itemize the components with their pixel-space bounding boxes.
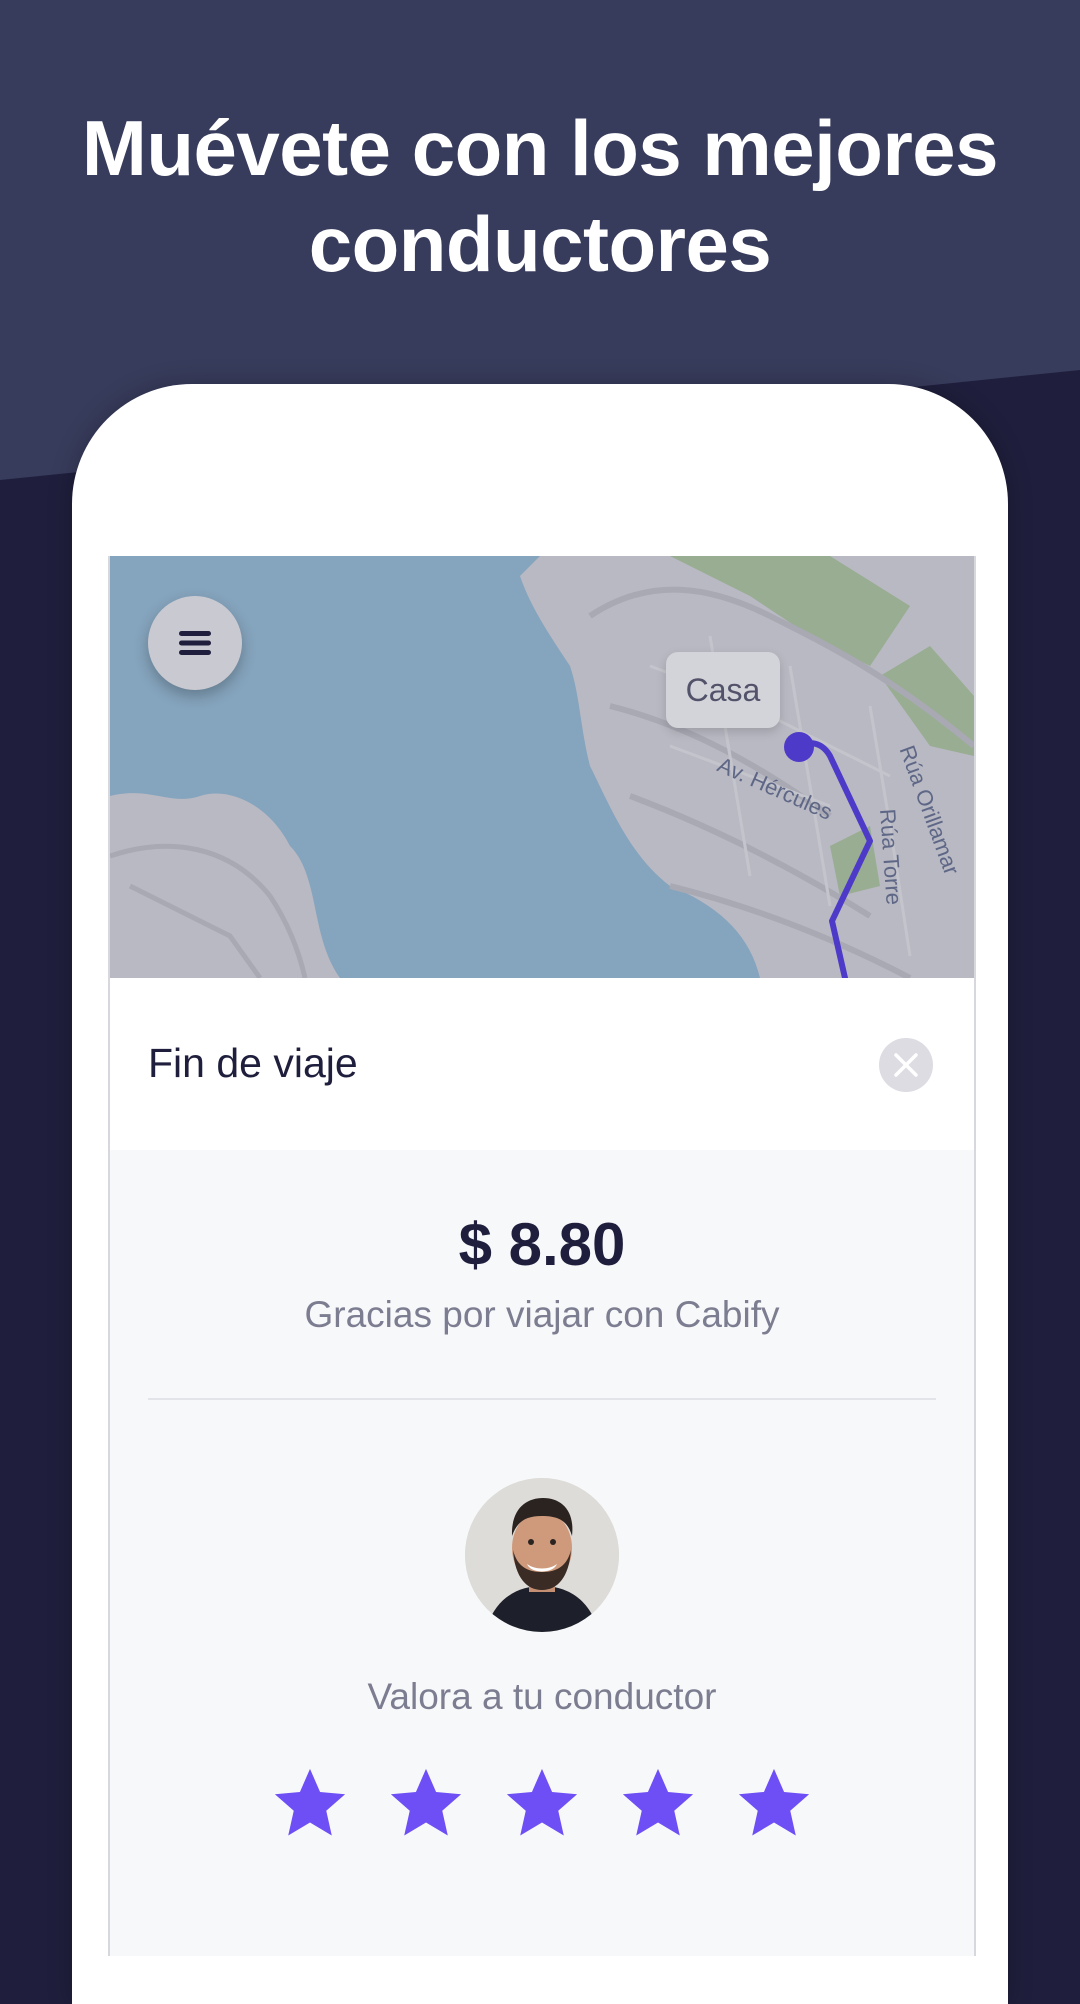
page-headline: Muévete con los mejores conductores	[81, 104, 999, 288]
divider	[148, 1398, 936, 1400]
star-icon[interactable]	[387, 1764, 465, 1842]
star-icon[interactable]	[271, 1764, 349, 1842]
star-icon[interactable]	[735, 1764, 813, 1842]
app-screen: Casa Av. Hércules Rúa Orillamar Rúa Torr…	[108, 556, 976, 1956]
trip-header: Fin de viaje	[110, 978, 974, 1150]
map-background	[110, 556, 974, 978]
star-icon[interactable]	[619, 1764, 697, 1842]
rate-driver-label: Valora a tu conductor	[367, 1676, 717, 1717]
close-icon	[894, 1053, 918, 1077]
driver-avatar	[465, 1478, 619, 1632]
trip-map[interactable]: Casa Av. Hércules Rúa Orillamar Rúa Torr…	[110, 556, 974, 978]
star-rating[interactable]	[110, 1764, 974, 1844]
trip-title: Fin de viaje	[148, 1040, 358, 1086]
thanks-message: Gracias por viajar con Cabify	[304, 1294, 780, 1335]
driver-photo	[465, 1478, 619, 1632]
menu-button[interactable]	[148, 596, 242, 690]
trip-price: $ 8.80	[458, 1211, 626, 1278]
place-label-casa: Casa	[666, 652, 780, 728]
menu-icon	[179, 631, 211, 655]
close-button[interactable]	[879, 1038, 933, 1092]
star-icon[interactable]	[503, 1764, 581, 1842]
